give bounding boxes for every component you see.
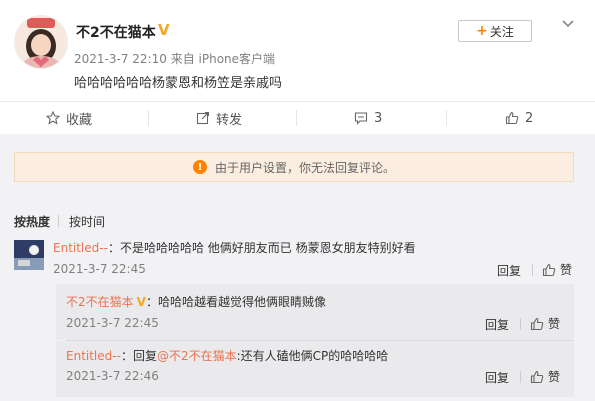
sub-comment-like-button[interactable]: 赞	[530, 368, 560, 385]
like-label: 赞	[560, 263, 573, 277]
plus-icon: +	[476, 23, 488, 39]
divider	[520, 371, 521, 383]
thumbs-up-icon	[542, 263, 556, 276]
sort-by-time[interactable]: 按时间	[69, 213, 105, 230]
verified-icon: V	[158, 21, 170, 39]
thumbs-up-icon	[530, 317, 544, 330]
divider	[296, 110, 297, 126]
star-icon	[46, 111, 60, 125]
user-avatar[interactable]	[14, 15, 68, 69]
reply-button[interactable]: 回复	[485, 369, 509, 386]
like-count: 2	[525, 110, 534, 126]
comment-like-button[interactable]: 赞	[542, 261, 572, 278]
post-username[interactable]: 不2不在猫本	[76, 22, 156, 42]
follow-button[interactable]: + 关注	[458, 20, 532, 42]
notice-text: 由于用户设置，你无法回复评论。	[214, 160, 395, 175]
forward-button[interactable]: 转发	[196, 102, 242, 134]
mention-link[interactable]: @不2不在猫本	[157, 349, 237, 363]
forward-icon	[196, 111, 210, 125]
action-bar: 收藏 转发 3 2	[0, 101, 595, 135]
warning-icon: !	[192, 160, 207, 174]
sub-comment-username[interactable]: Entitled--	[66, 349, 121, 363]
follow-label: 关注	[489, 24, 514, 39]
sub-comment-reply-prefix: ：回复	[120, 349, 157, 363]
like-button[interactable]: 2	[505, 102, 533, 134]
chevron-down-icon[interactable]	[560, 16, 576, 32]
reply-button[interactable]: 回复	[497, 262, 521, 279]
like-label: 赞	[548, 370, 561, 384]
post-content: 哈哈哈哈哈哈杨蒙恩和杨笠是亲戚吗	[74, 76, 283, 91]
like-label: 赞	[548, 317, 561, 331]
divider	[520, 318, 521, 330]
sub-comment-body: Entitled--：回复@不2不在猫本:还有人磕他俩CP的哈哈哈哈	[66, 347, 388, 364]
divider	[58, 215, 59, 227]
divider	[148, 110, 149, 126]
sub-comment-username[interactable]: 不2不在猫本	[66, 295, 134, 309]
sub-comment-like-button[interactable]: 赞	[530, 315, 560, 332]
comment-time: 2021-3-7 22:45	[53, 262, 146, 276]
verified-icon: V	[136, 295, 146, 309]
commenter-avatar[interactable]	[14, 240, 44, 270]
comment-username[interactable]: Entitled--	[53, 241, 108, 255]
reply-button[interactable]: 回复	[485, 316, 509, 333]
comment-body: Entitled--：不是哈哈哈哈哈 他俩好朋友而已 杨蒙恩女朋友特别好看	[53, 239, 416, 256]
sub-comment-text: :还有人磕他俩CP的哈哈哈哈	[236, 349, 389, 363]
forward-label: 转发	[216, 112, 243, 128]
sub-comment-time: 2021-3-7 22:46	[66, 369, 159, 383]
comment-count: 3	[374, 110, 383, 126]
post-timestamp[interactable]: 2021-3-7 22:10	[74, 52, 167, 66]
sort-by-hot[interactable]: 按热度	[14, 213, 50, 230]
favorite-label: 收藏	[66, 112, 93, 128]
post-meta: 2021-3-7 22:10 来自 iPhone客户端	[74, 50, 275, 67]
sub-comment-time: 2021-3-7 22:45	[66, 316, 159, 330]
post-source: 来自 iPhone客户端	[170, 52, 276, 66]
comment-button[interactable]: 3	[354, 102, 382, 134]
thumbs-up-icon	[530, 370, 544, 383]
thumbs-up-icon	[505, 111, 519, 125]
sub-comment-text: ：哈哈哈越看越觉得他俩眼睛贼像	[145, 295, 326, 309]
comment-icon	[354, 112, 368, 125]
divider	[446, 110, 447, 126]
favorite-button[interactable]: 收藏	[46, 102, 92, 134]
sub-comment-body: 不2不在猫本 V：哈哈哈越看越觉得他俩眼睛贼像	[66, 293, 326, 310]
comment-restriction-notice: ! 由于用户设置，你无法回复评论。	[14, 152, 574, 182]
comment-text: ：不是哈哈哈哈哈 他俩好朋友而已 杨蒙恩女朋友特别好看	[107, 241, 416, 255]
divider	[532, 264, 533, 276]
